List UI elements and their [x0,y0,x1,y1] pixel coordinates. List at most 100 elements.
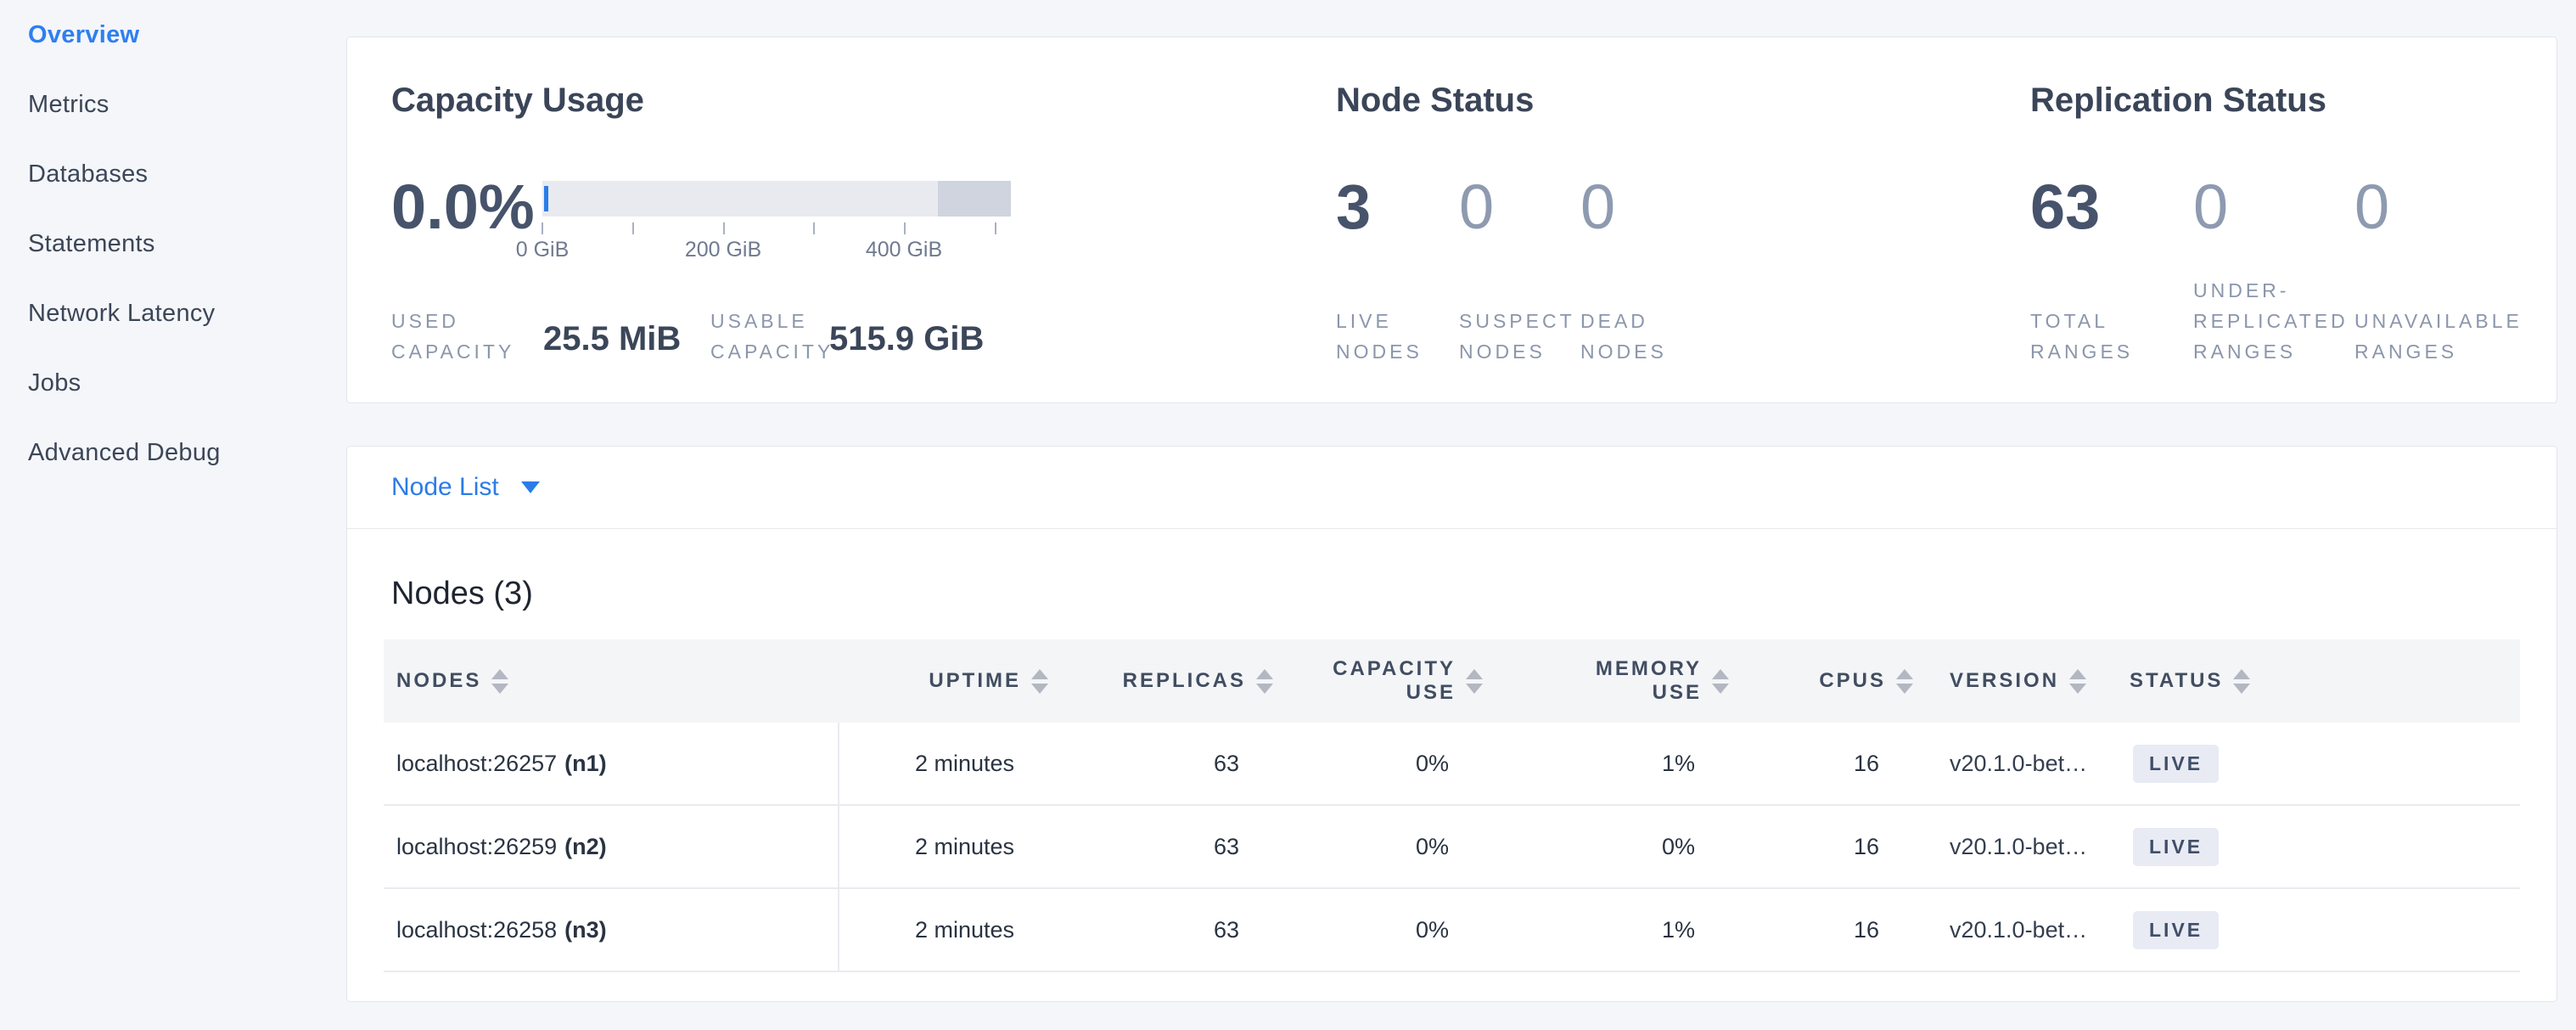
cpus-cell: 16 [1734,723,1918,804]
sort-icon [2069,669,2086,694]
status-badge: LIVE [2133,911,2219,949]
memory-use-cell: 1% [1488,889,1734,971]
sidebar: Overview Metrics Databases Statements Ne… [0,0,335,1030]
memory-use-cell: 1% [1488,723,1734,804]
version-cell: v20.1.0-bet… [1918,806,2099,887]
axis-tick-label: 200 GiB [664,238,783,262]
sort-icon [1031,669,1048,694]
replicas-cell: 63 [1053,723,1278,804]
live-nodes-count: 3 [1336,173,1371,241]
replicas-cell: 63 [1053,889,1278,971]
sidebar-item-databases[interactable]: Databases [0,139,335,209]
node-id: (n2) [564,834,607,860]
capacity-usage-section: Capacity Usage 0.0% 0 GiB 200 GiB 400 Gi… [391,37,1350,402]
sidebar-item-metrics[interactable]: Metrics [0,70,335,139]
sort-icon [2233,669,2250,694]
cluster-summary-card: Capacity Usage 0.0% 0 GiB 200 GiB 400 Gi… [346,37,2557,403]
replicas-cell: 63 [1053,806,1278,887]
suspect-nodes-label: SUSPECT NODES [1459,306,1578,367]
table-row[interactable]: localhost:26258 (n3) 2 minutes 63 0% 1% … [384,889,2520,972]
cpus-cell: 16 [1734,889,1918,971]
sidebar-item-statements[interactable]: Statements [0,209,335,279]
sort-icon [1896,669,1913,694]
dead-nodes-count: 0 [1580,173,1615,241]
replication-status-title: Replication Status [2030,82,2326,120]
sort-icon [1712,669,1729,694]
capacity-use-cell: 0% [1278,723,1488,804]
table-row[interactable]: localhost:26259 (n2) 2 minutes 63 0% 0% … [384,806,2520,889]
axis-tick [813,222,815,234]
column-header-replicas[interactable]: REPLICAS [1053,639,1278,723]
capacity-used-percent: 0.0% [391,173,535,241]
uptime-cell: 2 minutes [838,806,1053,887]
uptime-cell: 2 minutes [838,723,1053,804]
node-id: (n3) [564,917,607,943]
memory-use-cell: 0% [1488,806,1734,887]
axis-tick [904,222,906,234]
node-list-dropdown[interactable]: Node List [391,473,540,502]
axis-tick [542,222,543,234]
live-nodes-label: LIVE NODES [1336,306,1455,367]
uptime-cell: 2 minutes [838,889,1053,971]
replication-status-section: Replication Status 63 0 0 TOTAL RANGES U… [2030,37,2556,402]
sort-icon [491,669,508,694]
capacity-gauge-reserved-segment [938,181,1011,217]
status-cell: LIVE [2099,806,2520,887]
suspect-nodes-count: 0 [1459,173,1494,241]
under-replicated-ranges-count: 0 [2193,173,2228,241]
status-badge: LIVE [2133,745,2219,783]
axis-tick [995,222,996,234]
column-header-uptime[interactable]: UPTIME [838,639,1053,723]
status-badge: LIVE [2133,828,2219,866]
nodes-section-title: Nodes (3) [391,576,533,612]
capacity-used-marker [544,186,548,211]
sort-icon [1466,669,1483,694]
table-header-row: NODES UPTIME REPLICAS CAPACITY USE MEMOR… [384,639,2520,723]
total-ranges-label: TOTAL RANGES [2030,306,2166,367]
capacity-use-cell: 0% [1278,889,1488,971]
sidebar-item-overview[interactable]: Overview [0,0,335,70]
node-address-cell[interactable]: localhost:26259 (n2) [384,806,838,887]
axis-tick [723,222,725,234]
usable-capacity-value: 515.9 GiB [829,320,984,358]
used-capacity-label: USED CAPACITY [391,306,540,367]
view-selector-row: Node List [347,447,2556,529]
table-row[interactable]: localhost:26257 (n1) 2 minutes 63 0% 1% … [384,723,2520,806]
dead-nodes-label: DEAD NODES [1580,306,1699,367]
unavailable-ranges-count: 0 [2354,173,2389,241]
sidebar-item-jobs[interactable]: Jobs [0,348,335,418]
version-cell: v20.1.0-bet… [1918,889,2099,971]
node-status-title: Node Status [1336,82,1534,120]
capacity-use-cell: 0% [1278,806,1488,887]
capacity-usage-title: Capacity Usage [391,82,644,120]
node-id: (n1) [564,751,607,777]
capacity-gauge [542,181,1011,217]
nodes-table: NODES UPTIME REPLICAS CAPACITY USE MEMOR… [384,639,2520,972]
column-header-memory-use[interactable]: MEMORY USE [1488,639,1734,723]
unavailable-ranges-label: UNAVAILABLE RANGES [2354,306,2541,367]
axis-tick [632,222,634,234]
total-ranges-count: 63 [2030,173,2100,241]
used-capacity-value: 25.5 MiB [543,320,681,358]
node-list-card: Node List Nodes (3) NODES UPTIME REPLICA… [346,446,2557,1002]
version-cell: v20.1.0-bet… [1918,723,2099,804]
node-address-cell[interactable]: localhost:26257 (n1) [384,723,838,804]
under-replicated-ranges-label: UNDER-REPLICATED RANGES [2193,275,2363,367]
sort-icon [1256,669,1273,694]
column-header-capacity-use[interactable]: CAPACITY USE [1278,639,1488,723]
axis-tick-label: 0 GiB [483,238,602,262]
node-list-dropdown-label: Node List [391,473,499,502]
sidebar-item-advanced-debug[interactable]: Advanced Debug [0,418,335,487]
chevron-down-icon [521,481,540,493]
column-header-cpus[interactable]: CPUS [1734,639,1918,723]
column-header-status[interactable]: STATUS [2099,639,2520,723]
status-cell: LIVE [2099,723,2520,804]
column-header-version[interactable]: VERSION [1918,639,2099,723]
column-header-nodes[interactable]: NODES [384,639,838,723]
axis-tick-label: 400 GiB [845,238,963,262]
node-address-cell[interactable]: localhost:26258 (n3) [384,889,838,971]
status-cell: LIVE [2099,889,2520,971]
node-status-section: Node Status 3 0 0 LIVE NODES SUSPECT NOD… [1336,37,1998,402]
cpus-cell: 16 [1734,806,1918,887]
sidebar-item-network-latency[interactable]: Network Latency [0,279,335,348]
